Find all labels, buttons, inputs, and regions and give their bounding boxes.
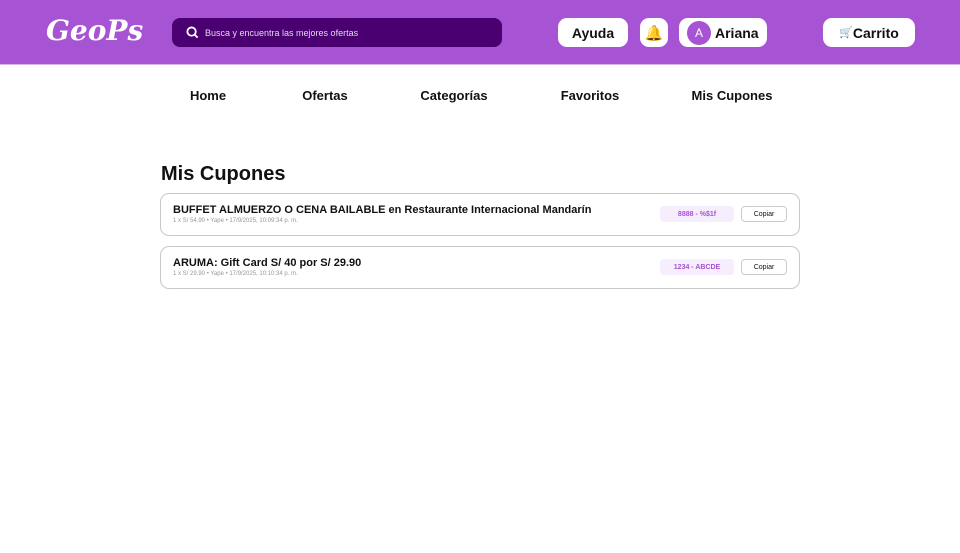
coupon-meta: 1 x S/ 54.90 • Yape • 17/9/2025, 10:09:3… xyxy=(173,218,298,224)
coupon-card: ARUMA: Gift Card S/ 40 por S/ 29.90 1 x … xyxy=(160,246,800,289)
nav-mis-cupones[interactable]: Mis Cupones xyxy=(692,88,773,103)
coupon-card: BUFFET ALMUERZO O CENA BAILABLE en Resta… xyxy=(160,193,800,236)
header: GeoPs Busca y encuentra las mejores ofer… xyxy=(0,0,960,65)
page-title: Mis Cupones xyxy=(161,163,286,185)
cart-label: Carrito xyxy=(852,24,899,41)
coupon-title: BUFFET ALMUERZO O CENA BAILABLE en Resta… xyxy=(173,204,592,216)
bell-icon[interactable]: 🔔 xyxy=(640,18,668,47)
cart-button[interactable]: 🛒 Carrito xyxy=(823,18,915,47)
nav-home[interactable]: Home xyxy=(190,88,226,103)
main-nav: Home Ofertas Categorías Favoritos Mis Cu… xyxy=(0,88,960,104)
nav-categorias[interactable]: Categorías xyxy=(420,88,487,103)
coupon-title: ARUMA: Gift Card S/ 40 por S/ 29.90 xyxy=(173,257,362,269)
help-button[interactable]: Ayuda xyxy=(558,18,628,47)
nav-ofertas[interactable]: Ofertas xyxy=(302,88,348,103)
user-name: Ariana xyxy=(715,24,759,41)
logo[interactable]: GeoPs xyxy=(46,14,143,47)
avatar: A xyxy=(687,20,711,45)
coupon-meta: 1 x S/ 29.90 • Yape • 17/9/2025, 10:10:3… xyxy=(173,271,298,277)
user-menu-button[interactable]: A Ariana xyxy=(679,18,767,47)
coupon-code: 8888 - %$1f xyxy=(660,206,734,222)
cart-icon: 🛒 xyxy=(839,27,853,39)
search-placeholder: Busca y encuentra las mejores ofertas xyxy=(205,27,359,38)
copy-button[interactable]: Copiar xyxy=(741,259,787,275)
copy-button[interactable]: Copiar xyxy=(741,206,787,222)
search-icon xyxy=(186,26,199,39)
coupon-code: 1234 - ABCDE xyxy=(660,259,734,275)
nav-favoritos[interactable]: Favoritos xyxy=(561,88,620,103)
search-input[interactable]: Busca y encuentra las mejores ofertas xyxy=(172,18,502,47)
